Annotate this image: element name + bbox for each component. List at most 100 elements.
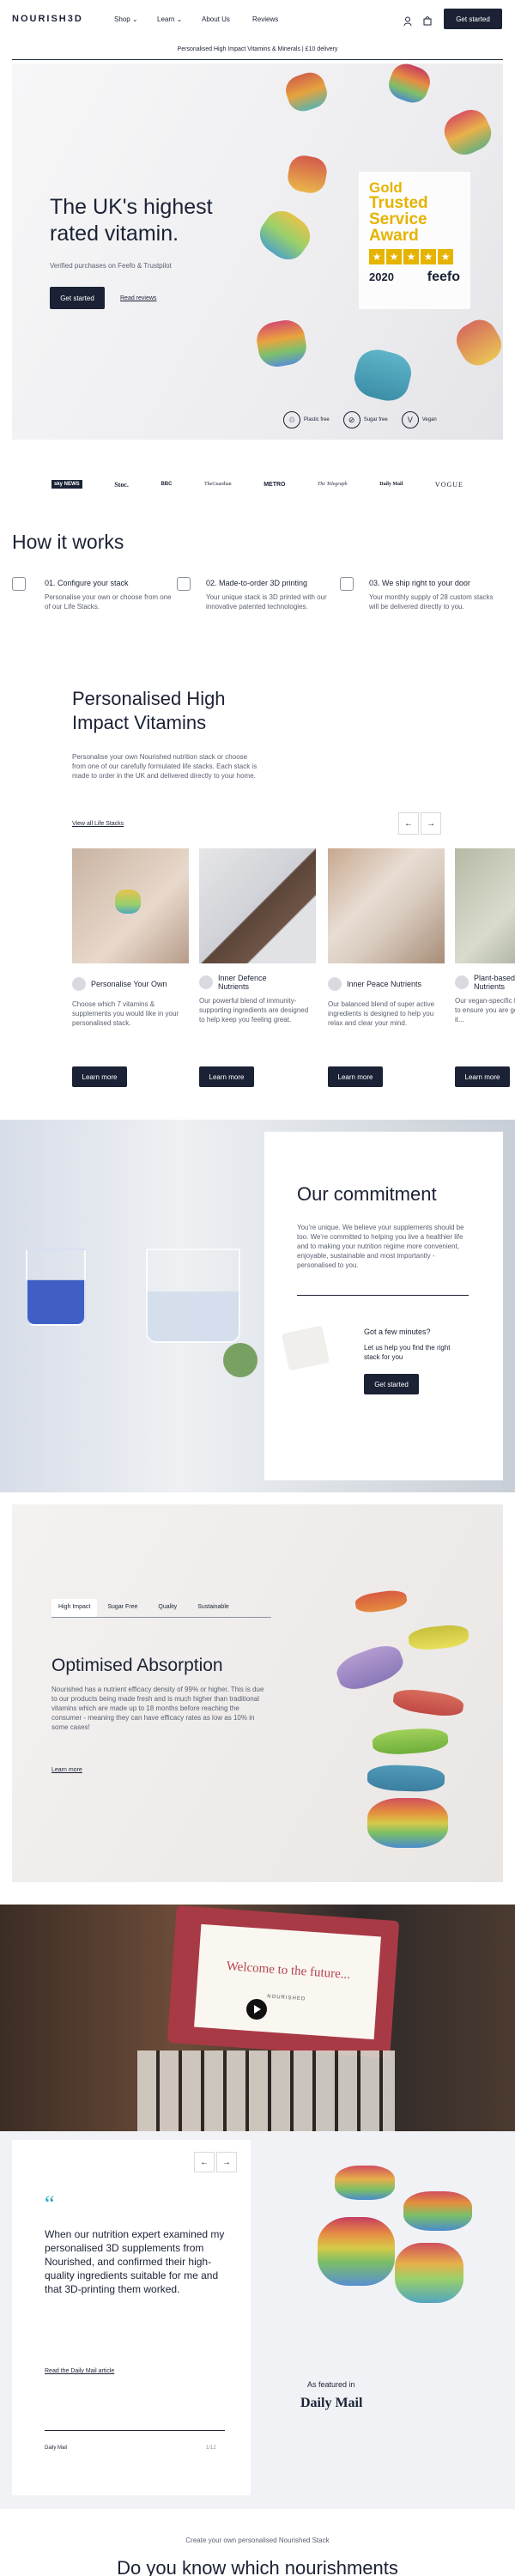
gummy-image (439, 104, 497, 161)
nav-shop[interactable]: Shop ⌄ (114, 15, 138, 23)
daily-mail-logo: Daily Mail (300, 2396, 363, 2410)
gummy-image (354, 1588, 409, 1615)
logo[interactable]: NOURISH3D (12, 14, 83, 24)
vitamins-title: Personalised High Impact Vitamins (72, 688, 226, 733)
press-logo-telegraph: The Telegraph (318, 482, 348, 487)
commitment-get-started-button[interactable]: Get started (364, 1374, 419, 1394)
nutrient-icon (199, 975, 213, 989)
announcement-bar: Personalised High Impact Vitamins & Mine… (12, 39, 503, 60)
badge-vegan: V Vegan (401, 411, 437, 428)
gummy-image (285, 153, 330, 196)
site-header: NOURISH3D Shop ⌄ Learn ⌄ About Us Review… (0, 0, 515, 39)
award-trusted: Trusted (369, 194, 428, 212)
learn-more-button[interactable]: Learn more (328, 1066, 383, 1087)
product-title: Inner Defence Nutrients (218, 974, 267, 991)
tab-high-impact[interactable]: High Impact (52, 1599, 98, 1617)
gummy-image (350, 345, 415, 405)
daily-mail-article-link[interactable]: Read the Daily Mail article (45, 2368, 114, 2374)
carousel-prev-button[interactable]: ← (398, 812, 419, 835)
step-title: 01. Configure your stack (45, 579, 129, 587)
video-section[interactable]: Welcome to the future... NOURISHED (0, 1905, 515, 2131)
gummy-image (391, 1686, 465, 1719)
user-icon[interactable] (403, 15, 412, 27)
product-title: Inner Peace Nutrients (347, 980, 422, 988)
learn-more-button[interactable]: Learn more (455, 1066, 510, 1087)
tab-quality[interactable]: Quality (148, 1599, 187, 1617)
divider (297, 1295, 469, 1296)
press-logo-sky-news: sky NEWS (52, 480, 82, 489)
quiz-image (281, 1325, 330, 1371)
learn-more-button[interactable]: Learn more (72, 1066, 127, 1087)
product-card[interactable]: Plant-based Nutrients Our vegan-specific… (455, 848, 515, 1089)
star-icon: ★ (369, 249, 385, 264)
learn-more-button[interactable]: Learn more (199, 1066, 254, 1087)
star-icon: ★ (438, 249, 453, 264)
product-card[interactable]: Inner Defence Nutrients Our powerful ble… (199, 848, 316, 1089)
feefo-logo: feefo (427, 270, 460, 284)
vitamins-text: Personalise your own Nourished nutrition… (72, 753, 258, 780)
hero-subtitle: Verified purchases on Feefo & Trustpilot (50, 262, 172, 270)
gummy-image (403, 2191, 472, 2231)
absorption-title: Optimised Absorption (52, 1656, 223, 1675)
gummy-image (367, 1798, 448, 1848)
footer-teaser-heading: Do you know which nourishments (117, 2557, 398, 2576)
hero-badges: ♲ Plastic free ⊘ Sugar free V Vegan (283, 410, 489, 429)
nav-reviews[interactable]: Reviews (252, 15, 278, 23)
press-logo-bbc: BBC (161, 482, 173, 487)
product-title: Plant-based Nutrients (474, 974, 515, 991)
header-get-started-button[interactable]: Get started (444, 9, 502, 29)
gummy-image (252, 204, 318, 267)
announcement-text: Personalised High Impact Vitamins & Mine… (177, 46, 338, 52)
hero-get-started-button[interactable]: Get started (50, 287, 105, 309)
award-stars: ★ ★ ★ ★ ★ (369, 249, 460, 264)
lab-glassware-image (26, 1249, 86, 1326)
award-service: Service (369, 210, 427, 228)
stack-icon (12, 577, 26, 591)
nav-about-us[interactable]: About Us (202, 15, 230, 23)
carousel-next-button[interactable]: → (421, 812, 441, 835)
delivery-icon (340, 577, 354, 591)
welcome-card: Welcome to the future... NOURISHED (194, 1923, 381, 2040)
nav-learn[interactable]: Learn ⌄ (157, 15, 182, 23)
testimonial-source: Daily Mail (45, 2445, 68, 2451)
absorption-learn-more-link[interactable]: Learn more (52, 1767, 82, 1773)
testimonial-next-button[interactable]: → (216, 2152, 237, 2172)
view-all-life-stacks-link[interactable]: View all Life Stacks (72, 821, 124, 827)
bag-icon[interactable] (423, 15, 432, 26)
press-logos: sky NEWS Stoc. BBC TheGuardian METRO The… (52, 477, 464, 491)
gummy-image (407, 1623, 470, 1652)
product-card[interactable]: Personalise Your Own Choose which 7 vita… (72, 848, 189, 1089)
quiz-title: Got a few minutes? (364, 1327, 431, 1336)
welcome-card-brand: NOURISHED (267, 1993, 306, 2002)
product-image (199, 848, 316, 963)
tab-sustainable[interactable]: Sustainable (187, 1599, 239, 1617)
testimonial-count: 1/12 (206, 2445, 216, 2451)
footer-teaser-small: Create your own personalised Nourished S… (185, 2537, 330, 2544)
product-title: Personalise Your Own (91, 980, 167, 988)
hero-title: The UK's highest rated vitamin. (50, 195, 213, 246)
product-image (328, 848, 445, 963)
gummy-image (335, 2166, 395, 2200)
welcome-card-text: Welcome to the future... (226, 1959, 351, 1982)
play-button[interactable] (246, 1999, 267, 2020)
product-image (455, 848, 515, 963)
step-text: Your unique stack is 3D printed with our… (206, 593, 327, 611)
tab-sugar-free[interactable]: Sugar Free (97, 1599, 148, 1617)
press-logo-guardian: TheGuardian (204, 482, 232, 487)
capsule-tray-image (137, 2050, 395, 2131)
press-logo-vogue: VOGUE (434, 480, 464, 489)
read-reviews-link[interactable]: Read reviews (120, 295, 156, 301)
product-description: Our balanced blend of super active ingre… (328, 1000, 435, 1027)
testimonial-prev-button[interactable]: ← (194, 2152, 215, 2172)
press-logo-stoc: Stoc. (114, 480, 129, 489)
hero: The UK's highest rated vitamin. Verified… (12, 64, 503, 440)
gummy-image (318, 2217, 395, 2286)
nutrient-icon (328, 977, 342, 991)
award-award: Award (369, 227, 419, 245)
press-logo-daily-mail: Daily Mail (379, 482, 403, 487)
product-card[interactable]: Inner Peace Nutrients Our balanced blend… (328, 848, 445, 1089)
commitment-title: Our commitment (297, 1183, 437, 1205)
badge-sugar-free: ⊘ Sugar free (342, 411, 388, 428)
testimonial-section: “ When our nutrition expert examined my … (0, 2131, 515, 2509)
star-icon: ★ (386, 249, 402, 264)
